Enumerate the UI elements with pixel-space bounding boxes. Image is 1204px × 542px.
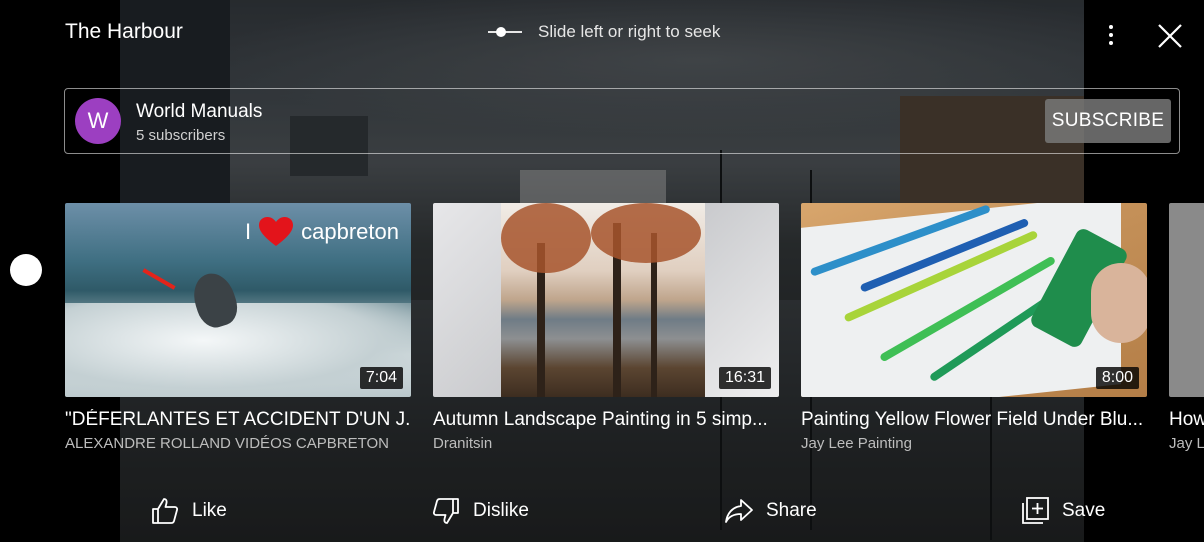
video-card[interactable]: 16:31 Autumn Landscape Painting in 5 sim… xyxy=(433,203,779,452)
close-icon xyxy=(1158,24,1182,48)
more-options-button[interactable] xyxy=(1098,18,1124,52)
video-card-title[interactable]: Painting Yellow Flower Field Under Blu..… xyxy=(801,409,1147,431)
video-card-title[interactable]: "DÉFERLANTES ET ACCIDENT D'UN J... xyxy=(65,409,411,431)
video-thumbnail[interactable]: 8:00 xyxy=(801,203,1147,397)
video-card-channel: Dranitsin xyxy=(433,435,493,452)
caption-text: capbreton xyxy=(301,219,399,244)
subscribe-button[interactable]: SUBSCRIBE xyxy=(1045,99,1171,143)
video-title: The Harbour xyxy=(65,20,183,43)
duration-badge: 16:31 xyxy=(718,367,771,389)
share-arrow-icon xyxy=(725,499,753,523)
heart-icon xyxy=(259,217,294,247)
video-card-channel: Jay Lee Painting xyxy=(801,435,912,452)
like-button[interactable]: Like xyxy=(150,496,227,526)
avatar[interactable]: W xyxy=(75,98,121,144)
add-to-playlist-icon xyxy=(1022,497,1049,524)
side-handle[interactable] xyxy=(10,254,42,286)
player-fullscreen: The Harbour Slide left or right to seek … xyxy=(0,0,1204,542)
channel-card[interactable]: W World Manuals 5 subscribers SUBSCRIBE xyxy=(64,88,1180,154)
duration-badge: 8:00 xyxy=(1095,367,1139,389)
seek-hint-text: Slide left or right to seek xyxy=(538,22,721,41)
video-card[interactable]: How Jay L xyxy=(1169,203,1204,452)
dislike-label: Dislike xyxy=(473,500,529,521)
video-card-title[interactable]: How xyxy=(1169,409,1204,431)
video-thumbnail[interactable] xyxy=(1169,203,1204,397)
dislike-button[interactable]: Dislike xyxy=(431,496,529,526)
thumbs-up-icon xyxy=(152,498,179,524)
video-thumbnail[interactable]: I capbreton 7:04 xyxy=(65,203,411,397)
thumbnail-caption: I capbreton xyxy=(245,217,399,247)
video-thumbnail[interactable]: 16:31 xyxy=(433,203,779,397)
share-label: Share xyxy=(766,500,817,521)
video-card-title[interactable]: Autumn Landscape Painting in 5 simp... xyxy=(433,409,779,431)
caption-prefix: I xyxy=(245,219,252,244)
share-button[interactable]: Share xyxy=(724,496,817,526)
save-button[interactable]: Save xyxy=(1020,496,1105,526)
video-card[interactable]: I capbreton 7:04 "DÉFERLANTES ET ACCIDEN… xyxy=(65,203,411,452)
save-label: Save xyxy=(1062,500,1106,521)
channel-name[interactable]: World Manuals xyxy=(136,101,262,123)
more-vert-icon xyxy=(1109,25,1113,29)
like-label: Like xyxy=(192,500,227,521)
duration-badge: 7:04 xyxy=(359,367,403,389)
video-card-channel: Jay L xyxy=(1169,435,1204,452)
seek-hint: Slide left or right to seek xyxy=(488,22,720,42)
subscriber-count: 5 subscribers xyxy=(136,127,226,144)
close-button[interactable] xyxy=(1152,18,1188,54)
video-card-channel: ALEXANDRE ROLLAND VIDÉOS CAPBRETON xyxy=(65,435,389,452)
video-card[interactable]: 8:00 Painting Yellow Flower Field Under … xyxy=(801,203,1147,452)
thumbs-down-icon xyxy=(432,498,459,524)
seek-slider-icon xyxy=(488,26,522,38)
